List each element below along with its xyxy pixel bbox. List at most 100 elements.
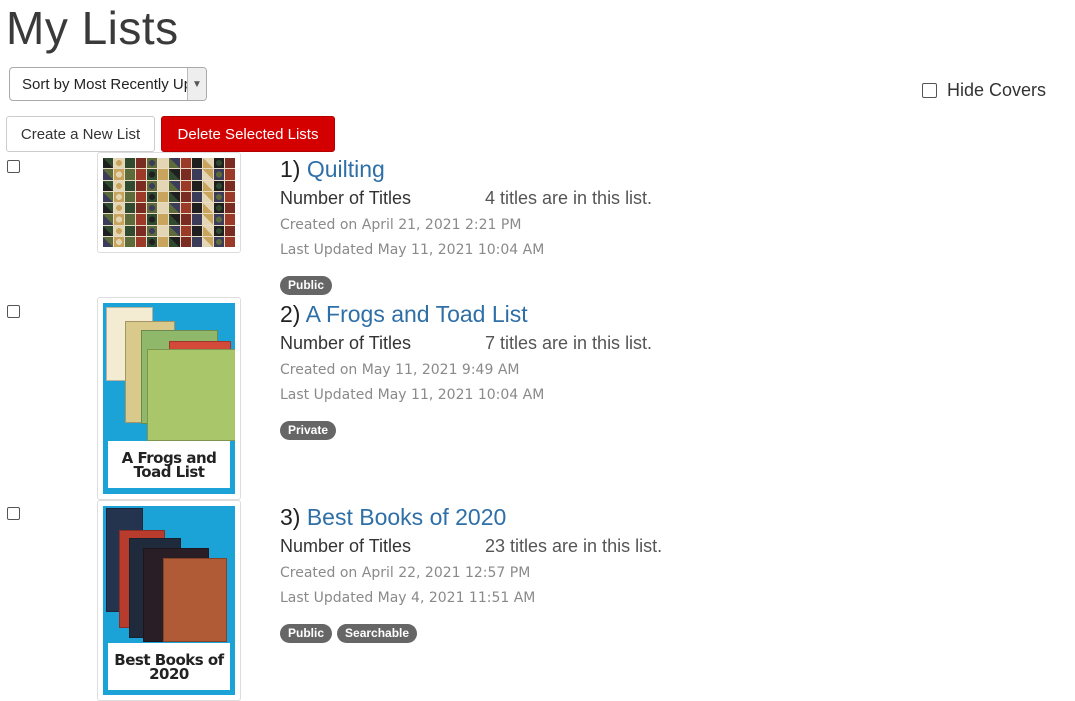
quilt-block (136, 225, 147, 236)
list-cover-image[interactable]: A Frogs and Toad List (97, 297, 241, 500)
quilt-block (125, 191, 136, 202)
list-title-link[interactable]: A Frogs and Toad List (306, 301, 528, 327)
quilt-block (169, 158, 180, 169)
visibility-badge: Public (280, 276, 333, 295)
quilt-block (191, 203, 202, 214)
quilt-block (147, 203, 158, 214)
quilt-block (191, 225, 202, 236)
quilt-block (114, 214, 125, 225)
quilt-block (202, 180, 213, 191)
quilt-block (103, 236, 114, 247)
book-thumbnail (147, 349, 235, 441)
quilt-block (125, 225, 136, 236)
list-select-checkbox[interactable] (7, 507, 20, 520)
quilt-block (147, 236, 158, 247)
quilt-block (180, 191, 191, 202)
quilt-block (158, 236, 169, 247)
quilt-block (180, 169, 191, 180)
quilt-block (136, 169, 147, 180)
quilt-block (158, 180, 169, 191)
quilt-block (103, 180, 114, 191)
count-value: 7 titles are in this list. (485, 333, 653, 353)
quilt-block (180, 225, 191, 236)
count-label: Number of Titles (280, 536, 412, 556)
created-date: Created on May 11, 2021 9:49 AM (280, 362, 520, 378)
quilt-block (136, 203, 147, 214)
quilt-block (103, 191, 114, 202)
list-title-link[interactable]: Quilting (307, 156, 385, 182)
visibility-badge: Public (280, 624, 333, 643)
quilt-block (224, 214, 235, 225)
quilt-block (114, 225, 125, 236)
quilt-block (125, 180, 136, 191)
list-cover-image[interactable]: Best Books of 2020 (97, 500, 241, 701)
quilt-block (180, 158, 191, 169)
created-date: Created on April 21, 2021 2:21 PM (280, 217, 522, 233)
hide-covers-label: Hide Covers (947, 80, 1047, 100)
quilt-block (169, 203, 180, 214)
cover-caption: A Frogs and Toad List (108, 441, 230, 488)
book-thumbnail (163, 558, 227, 642)
list-index: 3) (280, 504, 301, 530)
list-cover-image[interactable] (97, 152, 241, 253)
quilt-block (191, 236, 202, 247)
updated-date: Last Updated May 11, 2021 10:04 AM (280, 242, 545, 258)
list-title-link[interactable]: Best Books of 2020 (307, 504, 506, 530)
list-index: 2) (280, 301, 301, 327)
quilt-block (191, 158, 202, 169)
quilt-block (136, 236, 147, 247)
quilt-block (103, 169, 114, 180)
created-date: Created on April 22, 2021 12:57 PM (280, 565, 531, 581)
quilt-block (169, 191, 180, 202)
quilt-block (180, 203, 191, 214)
quilt-block (169, 180, 180, 191)
list-index: 1) (280, 156, 301, 182)
list-cover-art: A Frogs and Toad List (103, 303, 235, 494)
hide-covers-toggle[interactable]: Hide Covers (922, 80, 1046, 101)
quilt-block (147, 169, 158, 180)
quilt-block (213, 236, 224, 247)
quilt-block (147, 180, 158, 191)
quilt-block (114, 180, 125, 191)
quilt-block (202, 191, 213, 202)
quilt-block (202, 158, 213, 169)
quilt-block (213, 169, 224, 180)
quilt-block (125, 203, 136, 214)
quilt-block (224, 180, 235, 191)
searchable-badge: Searchable (337, 624, 418, 643)
quilt-block (180, 214, 191, 225)
quilt-block (125, 214, 136, 225)
quilt-block (125, 158, 136, 169)
delete-selected-lists-button[interactable]: Delete Selected Lists (161, 116, 335, 152)
count-label: Number of Titles (280, 333, 412, 353)
quilt-block (224, 158, 235, 169)
list-title: 2) A Frogs and Toad List (280, 300, 652, 328)
quilt-block (136, 158, 147, 169)
list-title: 3) Best Books of 2020 (280, 503, 662, 531)
sort-selected-value: Sort by Most Recently Up (22, 75, 187, 93)
list-cover-art: Best Books of 2020 (103, 506, 235, 695)
quilt-block (202, 225, 213, 236)
quilt-block (202, 203, 213, 214)
quilt-block (191, 180, 202, 191)
quilt-block (202, 214, 213, 225)
hide-covers-checkbox[interactable] (922, 83, 937, 98)
sort-dropdown[interactable]: Sort by Most Recently Up ▼ (9, 67, 207, 101)
quilt-block (125, 169, 136, 180)
quilt-block (213, 191, 224, 202)
list-select-checkbox[interactable] (7, 160, 20, 173)
quilt-block (136, 180, 147, 191)
quilt-block (158, 191, 169, 202)
quilt-block (114, 236, 125, 247)
quilt-block (169, 169, 180, 180)
quilt-block (158, 203, 169, 214)
quilt-block (136, 191, 147, 202)
create-list-button[interactable]: Create a New List (6, 116, 155, 152)
quilt-block (125, 236, 136, 247)
quilt-block (158, 225, 169, 236)
quilt-block (103, 214, 114, 225)
quilt-block (224, 225, 235, 236)
quilt-block (169, 214, 180, 225)
quilt-block (114, 203, 125, 214)
list-select-checkbox[interactable] (7, 305, 20, 318)
